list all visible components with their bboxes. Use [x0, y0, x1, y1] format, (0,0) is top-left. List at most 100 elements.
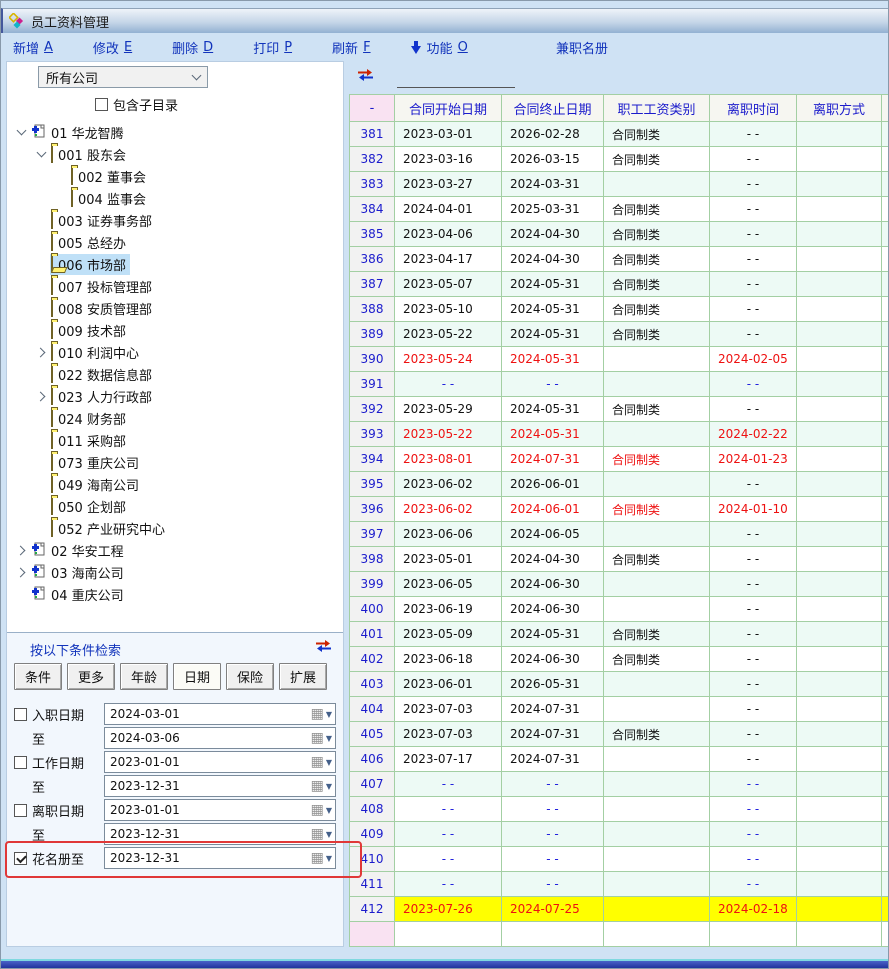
- data-cell[interactable]: [882, 447, 889, 472]
- data-cell[interactable]: [797, 922, 882, 947]
- row-number-cell[interactable]: 396: [350, 497, 395, 522]
- data-cell[interactable]: [882, 747, 889, 772]
- data-cell[interactable]: 2024-06-01: [502, 497, 604, 522]
- data-cell[interactable]: 2024-02-22: [710, 422, 797, 447]
- data-cell[interactable]: 2023-05-09: [395, 622, 502, 647]
- data-cell[interactable]: 合同制类: [604, 297, 710, 322]
- swap-panel-icon[interactable]: [315, 640, 332, 657]
- data-cell[interactable]: 2024-07-31: [502, 697, 604, 722]
- data-cell[interactable]: [797, 622, 882, 647]
- table-row[interactable]: 4012023-05-092024-05-31合同制类- -: [350, 622, 889, 647]
- row-number-cell[interactable]: 411: [350, 872, 395, 897]
- field-checkbox[interactable]: [14, 804, 27, 817]
- row-number-cell[interactable]: 386: [350, 247, 395, 272]
- data-cell[interactable]: [797, 697, 882, 722]
- data-cell[interactable]: 2024-07-25: [502, 897, 604, 922]
- data-cell[interactable]: 2023-06-05: [395, 572, 502, 597]
- table-row[interactable]: 4022023-06-182024-06-30合同制类- -: [350, 647, 889, 672]
- data-cell[interactable]: - -: [710, 247, 797, 272]
- data-cell[interactable]: - -: [710, 647, 797, 672]
- data-cell[interactable]: [797, 772, 882, 797]
- data-cell[interactable]: [604, 597, 710, 622]
- data-cell[interactable]: [882, 397, 889, 422]
- data-cell[interactable]: [882, 722, 889, 747]
- data-cell[interactable]: - -: [710, 172, 797, 197]
- data-cell[interactable]: 2023-06-06: [395, 522, 502, 547]
- data-cell[interactable]: [797, 897, 882, 922]
- data-cell[interactable]: - -: [502, 822, 604, 847]
- data-cell[interactable]: [797, 522, 882, 547]
- data-cell[interactable]: [502, 922, 604, 947]
- row-number-cell[interactable]: 392: [350, 397, 395, 422]
- tree-item-049[interactable]: 049 海南公司: [13, 473, 343, 495]
- tree-expander-icon[interactable]: [13, 130, 30, 134]
- row-number-cell[interactable]: 402: [350, 647, 395, 672]
- data-cell[interactable]: [797, 547, 882, 572]
- table-row[interactable]: 408- -- -- -: [350, 797, 889, 822]
- data-cell[interactable]: - -: [710, 597, 797, 622]
- data-cell[interactable]: 2023-05-22: [395, 322, 502, 347]
- data-cell[interactable]: [604, 797, 710, 822]
- data-cell[interactable]: 2023-07-03: [395, 722, 502, 747]
- tree-item-003[interactable]: 003 证券事务部: [13, 209, 343, 231]
- data-cell[interactable]: [882, 797, 889, 822]
- data-cell[interactable]: [882, 122, 889, 147]
- toolbar-button-D[interactable]: 删除D: [172, 38, 213, 57]
- row-number-cell[interactable]: 388: [350, 297, 395, 322]
- data-cell[interactable]: 2023-07-26: [395, 897, 502, 922]
- data-cell[interactable]: 合同制类: [604, 322, 710, 347]
- data-cell[interactable]: [882, 847, 889, 872]
- row-number-cell[interactable]: 401: [350, 622, 395, 647]
- data-cell[interactable]: [797, 297, 882, 322]
- data-cell[interactable]: [882, 347, 889, 372]
- calendar-picker-button[interactable]: ▦ ▼: [311, 779, 332, 793]
- data-cell[interactable]: 合同制类: [604, 497, 710, 522]
- data-cell[interactable]: [882, 522, 889, 547]
- data-cell[interactable]: 2024-06-05: [502, 522, 604, 547]
- data-cell[interactable]: 2025-03-31: [502, 197, 604, 222]
- data-cell[interactable]: [797, 422, 882, 447]
- data-cell[interactable]: [797, 672, 882, 697]
- row-number-cell[interactable]: 381: [350, 122, 395, 147]
- row-number-cell[interactable]: 399: [350, 572, 395, 597]
- data-cell[interactable]: - -: [502, 872, 604, 897]
- toolbar-button-A[interactable]: 新增A: [13, 38, 53, 57]
- tree-item-052[interactable]: 052 产业研究中心: [13, 517, 343, 539]
- tree-item-005[interactable]: 005 总经办: [13, 231, 343, 253]
- table-row[interactable]: 4062023-07-172024-07-31- -: [350, 747, 889, 772]
- row-number-cell[interactable]: 407: [350, 772, 395, 797]
- data-cell[interactable]: 合同制类: [604, 622, 710, 647]
- table-row[interactable]: 3902023-05-242024-05-312024-02-05: [350, 347, 889, 372]
- data-cell[interactable]: [797, 797, 882, 822]
- data-cell[interactable]: [797, 497, 882, 522]
- data-cell[interactable]: [797, 197, 882, 222]
- data-cell[interactable]: 2023-05-01: [395, 547, 502, 572]
- data-cell[interactable]: [882, 922, 889, 947]
- tree-item-010[interactable]: 010 利润中心: [13, 341, 343, 363]
- part-time-roster-link[interactable]: 兼职名册: [556, 34, 608, 60]
- row-number-cell[interactable]: 405: [350, 722, 395, 747]
- data-cell[interactable]: 2023-07-03: [395, 697, 502, 722]
- data-cell[interactable]: 2023-03-16: [395, 147, 502, 172]
- data-cell[interactable]: - -: [710, 847, 797, 872]
- data-cell[interactable]: 2023-04-17: [395, 247, 502, 272]
- toolbar-button-E[interactable]: 修改E: [93, 38, 132, 57]
- data-cell[interactable]: [797, 572, 882, 597]
- data-cell[interactable]: 2024-02-05: [710, 347, 797, 372]
- data-cell[interactable]: - -: [710, 622, 797, 647]
- search-tab-扩展[interactable]: 扩展: [279, 663, 327, 690]
- data-cell[interactable]: - -: [710, 697, 797, 722]
- data-cell[interactable]: - -: [395, 872, 502, 897]
- data-cell[interactable]: [797, 122, 882, 147]
- data-cell[interactable]: 2024-04-01: [395, 197, 502, 222]
- row-number-cell[interactable]: 403: [350, 672, 395, 697]
- search-tab-保险[interactable]: 保险: [226, 663, 274, 690]
- tree-item-024[interactable]: 024 财务部: [13, 407, 343, 429]
- toolbar-button-F[interactable]: 刷新F: [332, 38, 371, 57]
- data-cell[interactable]: [710, 922, 797, 947]
- data-cell[interactable]: [882, 197, 889, 222]
- row-number-cell[interactable]: 412: [350, 897, 395, 922]
- data-cell[interactable]: [882, 597, 889, 622]
- data-cell[interactable]: - -: [710, 397, 797, 422]
- data-cell[interactable]: [797, 372, 882, 397]
